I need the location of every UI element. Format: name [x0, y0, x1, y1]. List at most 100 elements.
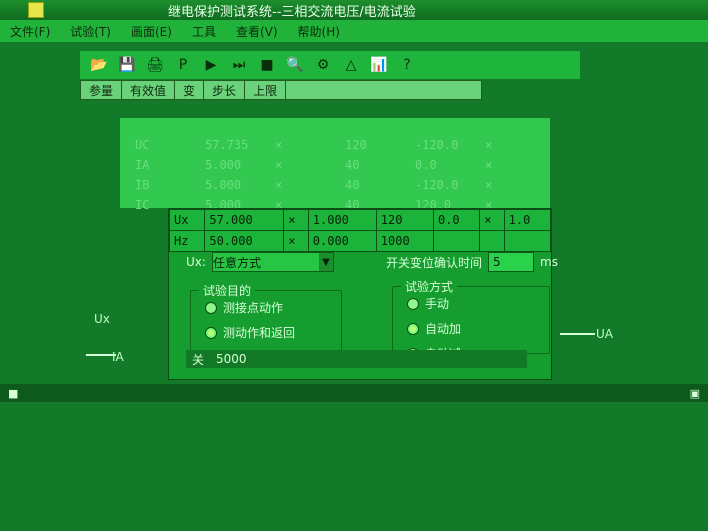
- cell: -120.0: [415, 138, 459, 152]
- cell: ×: [283, 230, 309, 252]
- method-title: 试验方式: [401, 278, 458, 295]
- radio-icon[interactable]: [407, 322, 419, 335]
- purpose-group: 试验目的 测接点动作 测动作和返回: [190, 282, 342, 352]
- cell: [432, 230, 481, 252]
- ux-mode-select[interactable]: 任意方式 ▼: [211, 252, 334, 272]
- cell: ×: [275, 138, 283, 152]
- save-icon[interactable]: 💾: [118, 56, 136, 74]
- method-option-label: 自动加: [425, 322, 462, 336]
- window-title: 继电保护测试系统--三相交流电压/电流试验: [168, 4, 416, 20]
- cell: 120: [375, 209, 434, 231]
- purpose-title: 试验目的: [199, 282, 256, 299]
- ux-label: Ux:: [186, 255, 206, 269]
- app-icon: [28, 2, 44, 18]
- ux-mode-value: 任意方式: [212, 255, 261, 270]
- menu-help[interactable]: 帮助(H): [288, 23, 350, 40]
- chart-icon[interactable]: 📊: [370, 56, 388, 74]
- confirm-unit: ms: [540, 255, 558, 269]
- table-row: IA 5.000 × 40 0.0 ×: [135, 156, 555, 174]
- cell: 40: [345, 158, 360, 172]
- menu-test[interactable]: 试验(T): [60, 23, 121, 40]
- menu-tools[interactable]: 工具: [182, 23, 226, 40]
- stop-icon[interactable]: ■: [258, 56, 276, 74]
- cell: ×: [283, 209, 309, 231]
- title-bar: 继电保护测试系统--三相交流电压/电流试验: [0, 0, 708, 20]
- cell: 5.000: [205, 178, 242, 192]
- confirm-time-row: 开关变位确认时间 5 ms: [386, 252, 558, 272]
- radio-icon[interactable]: [205, 301, 217, 314]
- cell: 120: [345, 138, 367, 152]
- cell: Ux: [168, 209, 206, 231]
- cell: -120.0: [415, 178, 459, 192]
- confirm-label: 开关变位确认时间: [386, 255, 483, 270]
- status-right: ▣: [689, 386, 700, 400]
- header-step: 步长: [204, 81, 246, 99]
- cell: ×: [479, 209, 505, 231]
- purpose-option[interactable]: 测动作和返回: [205, 324, 341, 341]
- open-icon[interactable]: 📂: [90, 56, 108, 74]
- settings-icon[interactable]: ⚙: [314, 56, 332, 74]
- cell: 1.0: [503, 209, 552, 231]
- cell: IB: [135, 178, 150, 192]
- parameter-icon[interactable]: P: [174, 56, 192, 74]
- table-header: 参量 有效值 变 步长 上限: [80, 80, 482, 100]
- ua-label: UA: [596, 327, 613, 341]
- purpose-option-label: 测接点动作: [223, 301, 284, 315]
- chevron-down-icon[interactable]: ▼: [318, 253, 333, 271]
- header-param: 参量: [81, 81, 123, 99]
- cell: ×: [275, 158, 283, 172]
- cell: 57.000: [204, 209, 285, 231]
- parameter-table: Ux 57.000 × 1.000 120 0.0 × 1.0 Hz 50.00…: [168, 209, 552, 252]
- purpose-option[interactable]: 测接点动作: [205, 299, 341, 316]
- radio-icon[interactable]: [407, 297, 419, 310]
- print-icon[interactable]: 🖨: [146, 56, 164, 74]
- arrow-line-left: [86, 354, 116, 356]
- cell: 0.0: [432, 209, 481, 231]
- cell: 40: [345, 178, 360, 192]
- cell: ×: [485, 138, 493, 152]
- play-icon[interactable]: ▶: [202, 56, 220, 74]
- status-left: ■: [8, 386, 19, 400]
- ia-label: IA: [112, 350, 124, 364]
- cell: UC: [135, 138, 150, 152]
- method-option-label: 手动: [425, 297, 450, 311]
- method-group: 试验方式 手动 自动加 自动减: [392, 278, 550, 361]
- cell: Hz: [168, 230, 206, 252]
- cell: 50.000: [204, 230, 285, 252]
- cell: [479, 230, 505, 252]
- purpose-option-label: 测动作和返回: [223, 326, 296, 340]
- cell: 5.000: [205, 158, 242, 172]
- toolbar: 📂 💾 🖨 P ▶ ⏭ ■ 🔍 ⚙ △ 📊 ?: [80, 51, 580, 79]
- confirm-time-input[interactable]: 5: [488, 252, 535, 272]
- cell: 1.000: [307, 209, 377, 231]
- header-var: 变: [175, 81, 205, 99]
- search-icon[interactable]: 🔍: [286, 56, 304, 74]
- cell: [503, 230, 552, 252]
- triangle-icon[interactable]: △: [342, 56, 360, 74]
- method-option[interactable]: 手动: [407, 295, 549, 312]
- method-option[interactable]: 自动加: [407, 320, 549, 337]
- cell: ×: [275, 178, 283, 192]
- cell: IA: [135, 158, 150, 172]
- bottom-value: 5000: [216, 352, 247, 366]
- bottom-controls: 关 5000: [186, 350, 527, 368]
- cell: ×: [485, 178, 493, 192]
- cell: 0.000: [307, 230, 377, 252]
- ux-side-label: Ux: [94, 312, 110, 326]
- radio-icon[interactable]: [205, 326, 217, 339]
- cell: 57.735: [205, 138, 249, 152]
- ux-mode-row: Ux: 任意方式 ▼: [186, 252, 334, 272]
- step-icon[interactable]: ⏭: [230, 56, 248, 74]
- help-icon[interactable]: ?: [398, 56, 416, 74]
- header-rms: 有效值: [122, 81, 176, 99]
- table-row: IB 5.000 × 40 -120.0 ×: [135, 176, 555, 194]
- cell: 0.0: [415, 158, 437, 172]
- table-row: UC 57.735 × 120 -120.0 ×: [135, 136, 555, 154]
- arrow-line-right: [560, 333, 595, 335]
- menu-bar: 文件(F) 试验(T) 画面(E) 工具 查看(V) 帮助(H): [0, 20, 708, 42]
- menu-view-display[interactable]: 画面(E): [121, 23, 182, 40]
- bottom-left-label: 关: [192, 352, 205, 367]
- menu-view[interactable]: 查看(V): [226, 23, 288, 40]
- menu-file[interactable]: 文件(F): [0, 23, 60, 40]
- cell: ×: [485, 158, 493, 172]
